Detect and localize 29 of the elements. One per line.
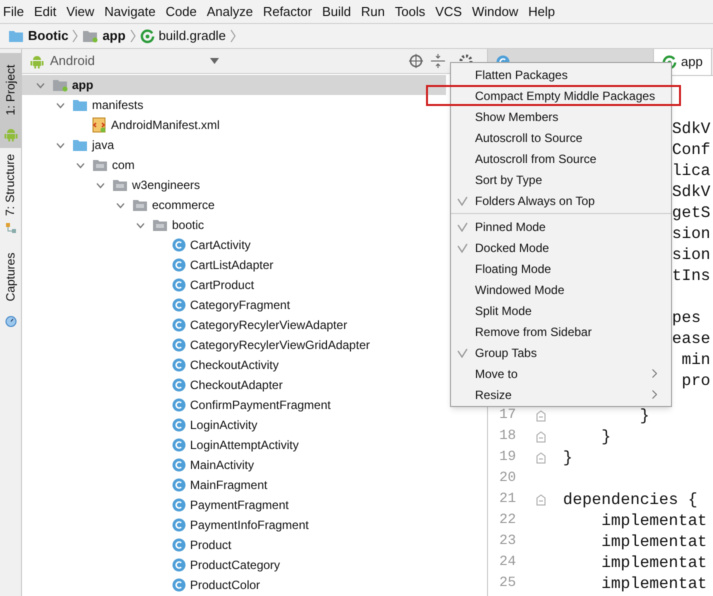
code-text: min [680,350,710,370]
code-text: pes [672,308,701,328]
line-number: 24 [499,553,516,572]
line-number: 25 [499,574,516,593]
line-number: 18 [499,427,516,446]
code-text: } [638,406,650,426]
code-text: getS [672,202,710,224]
code-text: ease [672,328,710,350]
code-text: Conf [672,140,710,160]
line-number: 21 [499,490,516,509]
code-text: SdkV [672,182,710,202]
code-text: sion [672,224,710,244]
code-text: implementat [600,510,708,532]
code-text: tIns [672,266,710,286]
code-text: lica [672,160,710,182]
code-text: sion [672,244,710,266]
code-text: } [563,448,573,468]
code-text: implementat [600,532,708,552]
line-number: 22 [499,511,516,530]
line-number: 23 [499,532,516,551]
line-number: 17 [499,406,516,425]
code-text: implementat [600,552,708,574]
line-number: 19 [499,448,516,467]
code-text: implementat [600,574,708,594]
code-text: } [600,426,612,448]
code-text: SdkV [672,118,710,140]
code-text: pro [680,370,710,392]
code-text: dependencies { [563,490,698,510]
line-number: 20 [499,469,516,488]
